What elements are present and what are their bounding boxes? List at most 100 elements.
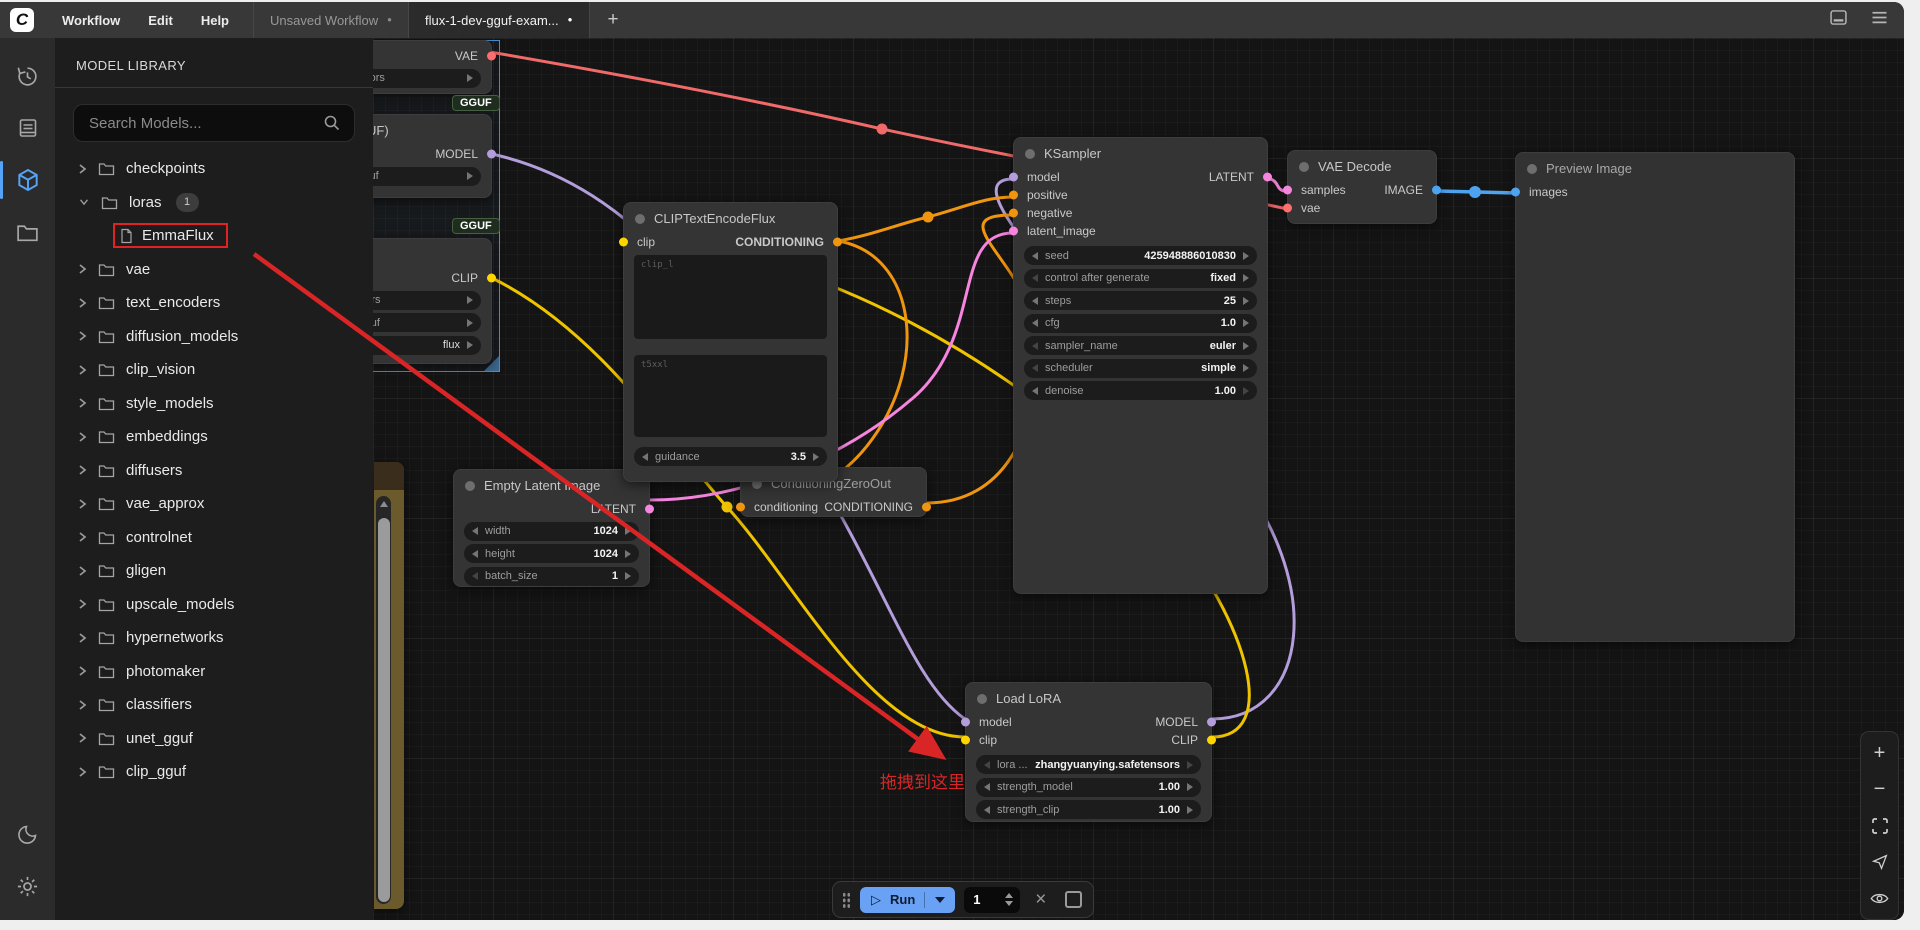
menu-workflow[interactable]: Workflow (48, 13, 134, 28)
stop-icon[interactable] (1065, 891, 1082, 908)
port-latent-image-input[interactable] (1009, 227, 1018, 236)
port-clip-input[interactable] (619, 238, 628, 247)
sidebar-item-vae-approx[interactable]: vae_approx (55, 487, 373, 521)
sidebar-item-text-encoders[interactable]: text_encoders (55, 286, 373, 320)
node-preview-image[interactable]: Preview Image images (1515, 152, 1795, 642)
sidebar-item-checkpoints[interactable]: checkpoints (55, 152, 373, 186)
port-clip-output[interactable] (1207, 736, 1216, 745)
node-note-partial[interactable] (374, 462, 404, 909)
node-dual-clip-loader-gguf[interactable]: CLIP _l.safetensors Q5_K_M.gguf flux (373, 238, 492, 364)
sidebar-item-emmaflux[interactable]: EmmaFlux (55, 219, 373, 253)
new-workflow-tab-button[interactable]: + (590, 9, 637, 31)
widget-clip-name-2[interactable]: Q5_K_M.gguf (373, 313, 481, 332)
zoom-out-button[interactable]: − (1865, 776, 1895, 802)
node-vae-loader[interactable]: VAE .safetensors (373, 40, 492, 94)
model-search-input[interactable] (87, 114, 323, 133)
widget-height[interactable]: height 1024 (464, 544, 639, 563)
cancel-run-icon[interactable]: × (1029, 890, 1052, 909)
port-model-input[interactable] (961, 718, 970, 727)
sidebar-item-hypernetworks[interactable]: hypernetworks (55, 621, 373, 655)
widget-lora-name[interactable]: lora ... zhangyuanying.safetensors (976, 755, 1201, 774)
tab-flux-workflow[interactable]: flux-1-dev-gguf-exam...● (409, 2, 589, 38)
sidebar-item-vae[interactable]: vae (55, 253, 373, 287)
widget-clip-name-1[interactable]: _l.safetensors (373, 291, 481, 310)
port-samples-input[interactable] (1283, 186, 1292, 195)
port-latent-output[interactable] (645, 505, 654, 514)
widget-clip-type[interactable]: flux (373, 336, 481, 355)
port-conditioning-input[interactable] (736, 503, 745, 512)
widget-strength-model[interactable]: strength_model 1.00 (976, 778, 1201, 797)
port-latent-output[interactable] (1263, 173, 1272, 182)
run-options-chevron-icon[interactable] (935, 897, 945, 903)
batch-count-box[interactable] (964, 887, 1020, 913)
bottom-panel-toggle-icon[interactable] (1828, 7, 1849, 33)
widget-seed[interactable]: seed 425948886010830 (1024, 246, 1257, 265)
hamburger-menu-icon[interactable] (1869, 7, 1890, 33)
workflows-folder-button[interactable] (0, 206, 55, 258)
node-clip-text-encode-flux[interactable]: CLIPTextEncodeFlux clip CONDITIONING gui… (623, 202, 838, 482)
widget-sampler-name[interactable]: sampler_name euler (1024, 336, 1257, 355)
batch-count-input[interactable] (971, 891, 997, 908)
widget-width[interactable]: width 1024 (464, 522, 639, 541)
sidebar-item-photomaker[interactable]: photomaker (55, 655, 373, 689)
widget-cfg[interactable]: cfg 1.0 (1024, 314, 1257, 333)
run-button[interactable]: ▷ Run (860, 887, 955, 913)
sidebar-item-diffusers[interactable]: diffusers (55, 454, 373, 488)
fit-view-button[interactable] (1865, 813, 1895, 839)
menu-edit[interactable]: Edit (134, 13, 187, 28)
sidebar-item-loras[interactable]: loras 1 (55, 186, 373, 220)
sidebar-item-classifiers[interactable]: classifiers (55, 688, 373, 722)
sidebar-item-gligen[interactable]: gligen (55, 554, 373, 588)
model-library-button[interactable] (0, 154, 55, 206)
widget-steps[interactable]: steps 25 (1024, 291, 1257, 310)
node-library-button[interactable] (0, 102, 55, 154)
widget-batch-size[interactable]: batch_size 1 (464, 567, 639, 586)
sidebar-item-controlnet[interactable]: controlnet (55, 521, 373, 555)
t5xxl-prompt-textarea[interactable] (634, 355, 827, 437)
port-images-input[interactable] (1511, 188, 1520, 197)
widget-guidance[interactable]: guidance 3.5 (634, 447, 827, 466)
sidebar-item-upscale-models[interactable]: upscale_models (55, 588, 373, 622)
tab-unsaved-workflow[interactable]: Unsaved Workflow● (254, 2, 408, 38)
port-model-output[interactable] (487, 150, 496, 159)
port-vae-output[interactable] (487, 52, 496, 61)
widget-unet-name[interactable]: ev-Q4_1.gguf (373, 167, 481, 186)
note-scrollbar[interactable] (376, 496, 391, 904)
comfyui-logo[interactable]: C (10, 8, 34, 32)
node-vae-decode[interactable]: VAE Decode samples IMAGE vae (1287, 150, 1437, 224)
port-image-output[interactable] (1432, 186, 1441, 195)
batch-count-stepper[interactable] (1005, 893, 1013, 906)
node-empty-latent-image[interactable]: Empty Latent Image LATENT width 1024 hei… (453, 469, 650, 587)
zoom-in-button[interactable]: + (1865, 740, 1895, 766)
sidebar-item-embeddings[interactable]: embeddings (55, 420, 373, 454)
clip-l-prompt-textarea[interactable] (634, 255, 827, 339)
node-load-lora[interactable]: Load LoRA model MODEL clip CLIP lora ...… (965, 682, 1212, 822)
sidebar-item-diffusion-models[interactable]: diffusion_models (55, 320, 373, 354)
settings-button[interactable] (0, 860, 55, 912)
port-conditioning-output[interactable] (922, 503, 931, 512)
port-clip-input[interactable] (961, 736, 970, 745)
toggle-visibility-button[interactable] (1865, 885, 1895, 911)
scrollbar-thumb[interactable] (378, 518, 390, 902)
node-graph-canvas[interactable]: VAE .safetensors GGUF UF) MODEL ev-Q4_1.… (373, 38, 1904, 920)
theme-toggle-button[interactable] (0, 808, 55, 860)
port-conditioning-output[interactable] (833, 238, 842, 247)
port-model-input[interactable] (1009, 173, 1018, 182)
model-search-box[interactable] (73, 104, 355, 142)
port-model-output[interactable] (1207, 718, 1216, 727)
widget-control-after-generate[interactable]: control after generate fixed (1024, 269, 1257, 288)
widget-vae-name[interactable]: .safetensors (373, 69, 481, 88)
scroll-up-icon[interactable] (380, 501, 388, 507)
sidebar-item-unet-gguf[interactable]: unet_gguf (55, 722, 373, 756)
locate-button[interactable] (1865, 849, 1895, 875)
widget-strength-clip[interactable]: strength_clip 1.00 (976, 800, 1201, 819)
port-positive-input[interactable] (1009, 191, 1018, 200)
port-negative-input[interactable] (1009, 209, 1018, 218)
port-vae-input[interactable] (1283, 204, 1292, 213)
sidebar-item-clip-gguf[interactable]: clip_gguf (55, 755, 373, 789)
sidebar-item-clip-vision[interactable]: clip_vision (55, 353, 373, 387)
menu-help[interactable]: Help (187, 13, 243, 28)
port-clip-output[interactable] (487, 274, 496, 283)
node-ksampler[interactable]: KSampler model LATENT positive negative (1013, 137, 1268, 594)
widget-denoise[interactable]: denoise 1.00 (1024, 381, 1257, 400)
